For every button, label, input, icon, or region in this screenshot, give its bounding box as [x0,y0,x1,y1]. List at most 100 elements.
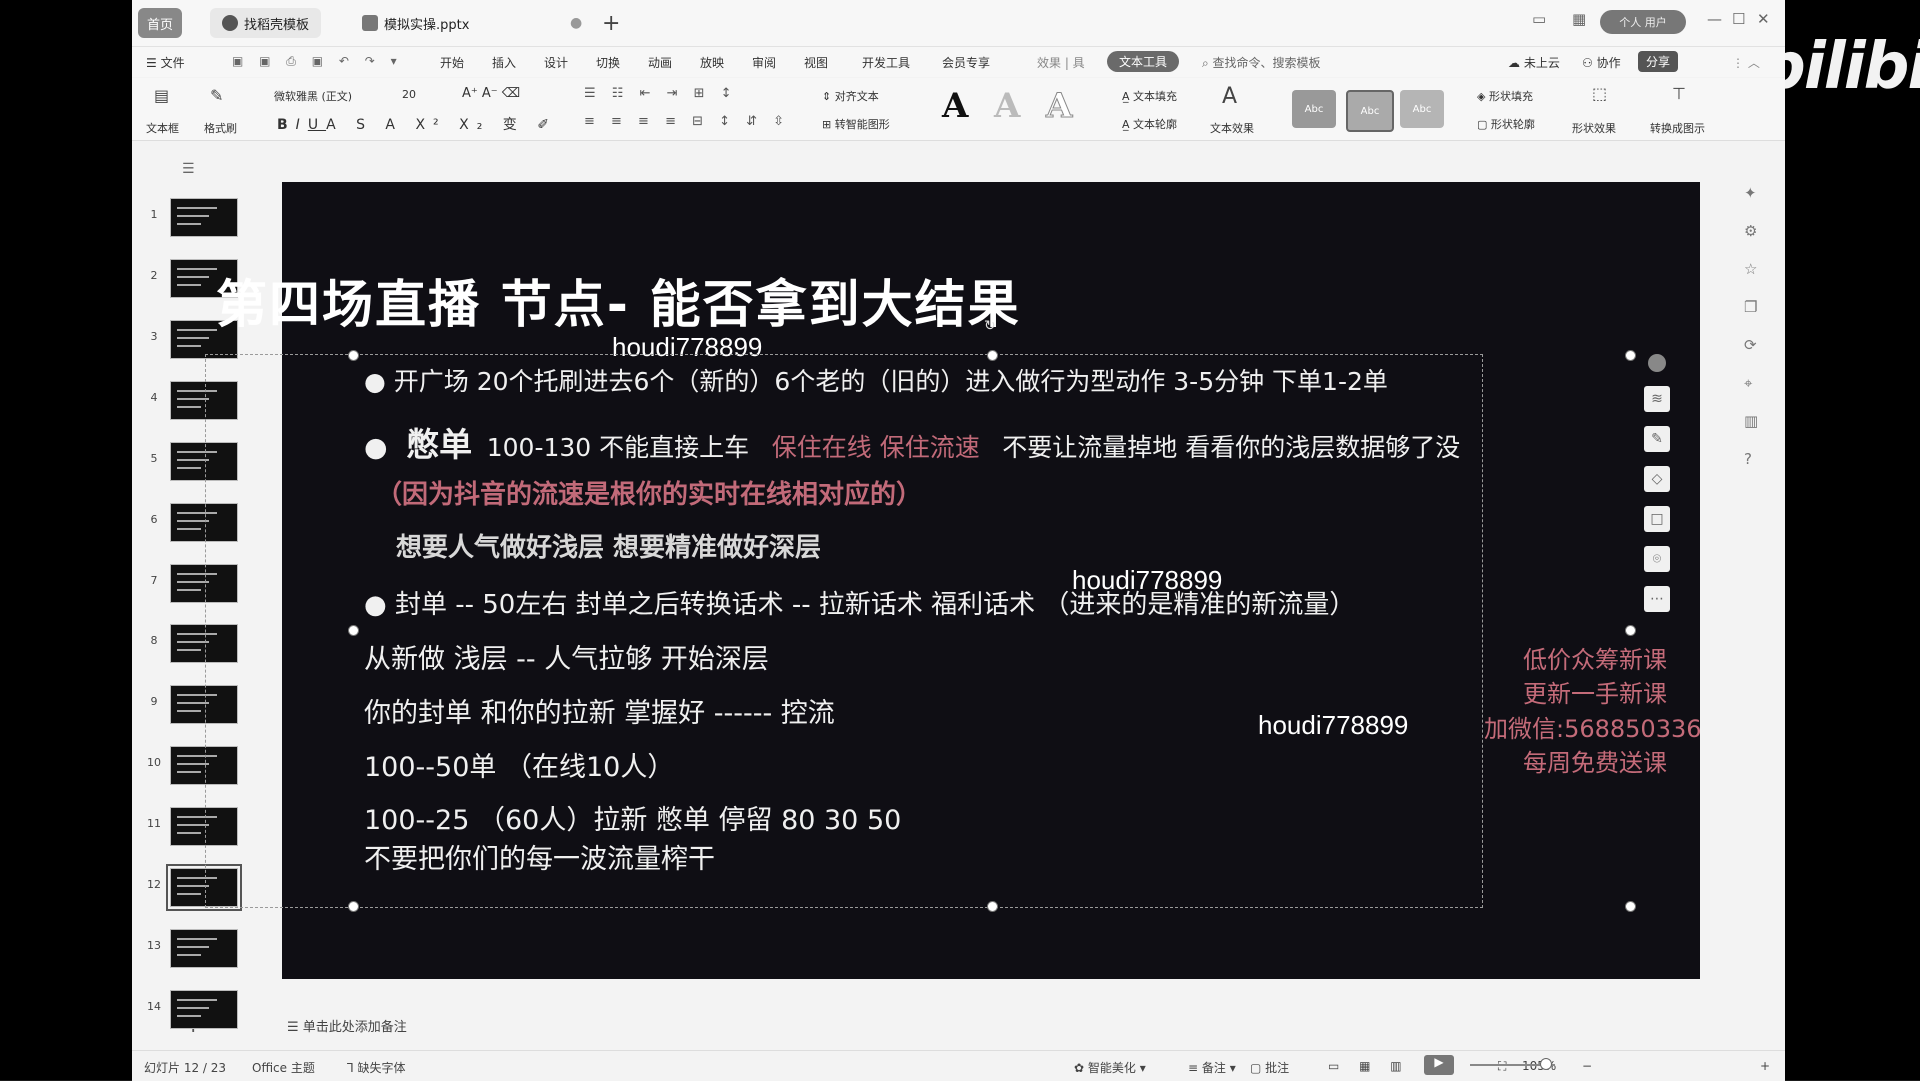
pen-icon[interactable]: ✎ [1644,426,1670,452]
resize-handle[interactable] [348,901,359,912]
tab-home[interactable]: 首页 [138,8,182,38]
textbox-icon[interactable]: ▤ [154,86,169,105]
design-icon[interactable]: ✦ [1744,184,1757,202]
menu-slideshow[interactable]: 放映 [700,54,724,71]
menu-developer[interactable]: 开发工具 [862,54,910,71]
tab-templates[interactable]: 找稻壳模板 [210,8,322,38]
text-style-black-a[interactable]: A [942,86,968,126]
locate-float-icon[interactable]: ⌾ [1644,546,1670,572]
tab-close-dot-icon[interactable]: ● [570,8,582,38]
menu-bar: ☰ 文件 ▣ ▣ ⎙ ▣ ↶ ↷ ▾ 开始 插入 设计 切换 动画 放映 审阅 … [132,47,1785,77]
outline-float-icon[interactable]: □ [1644,506,1670,532]
shape-effect-icon[interactable]: ⬚ [1592,84,1607,103]
collaborate-button[interactable]: ⚇ 协作 [1582,54,1621,71]
paragraph-align-buttons[interactable]: ≡ ≡ ≡ ≡ ⊟ ↕ ⇵ ⇳ [584,114,790,129]
shape-fill-button[interactable]: ◈ 形状填充 [1477,88,1533,104]
menu-insert[interactable]: 插入 [492,54,516,71]
user-account[interactable]: 个人 用户 [1600,10,1686,34]
layers-icon[interactable]: ❐ [1744,298,1757,316]
play-slideshow-button[interactable]: ▶ [1424,1055,1454,1075]
more-float-icon[interactable]: ⋯ [1644,586,1670,612]
resize-handle[interactable] [348,625,359,636]
new-tab-button[interactable]: + [602,8,620,38]
quick-access-icons[interactable]: ▣ ▣ ⎙ ▣ ↶ ↷ ▾ [232,54,403,69]
zoom-out-button[interactable]: − [1582,1059,1592,1073]
view-mode-buttons[interactable]: ▭ ▦ ▥ [1328,1059,1410,1073]
share-button[interactable]: 分享 [1638,51,1679,72]
menu-design[interactable]: 设计 [544,54,568,71]
text-effect-icon[interactable]: A [1222,84,1237,109]
rotate-handle-icon[interactable]: ↻ [984,318,996,334]
animation-icon[interactable]: ☆ [1744,260,1757,278]
help-icon[interactable]: ? [1744,450,1752,468]
font-size-select[interactable]: 20 [402,88,416,101]
slide-line-7: 你的封单 和你的拉新 掌握好 ------ 控流 [364,698,835,729]
minimize-button[interactable]: — [1707,10,1722,28]
slide-line-5: ● 封单 -- 50左右 封单之后转换话术 -- 拉新话术 福利话术 （进来的是… [364,590,1356,620]
close-window-button[interactable]: ✕ [1757,10,1770,28]
font-name-select[interactable]: 微软雅黑 (正文) [274,88,358,104]
more-options-icon[interactable]: ⋮ ︿ [1732,54,1760,71]
menu-start[interactable]: 开始 [440,54,464,71]
text-style-outline-a[interactable]: A [1045,86,1072,127]
grid-apps-icon[interactable]: ▦ [1572,10,1586,28]
font-format-buttons[interactable]: BIUA S A X² X₂ 变 ✐ [277,114,557,134]
notes-button[interactable]: ≡ 备注 ▾ [1188,1059,1236,1076]
menu-text-tools[interactable]: 文本工具 [1107,51,1180,72]
menu-review[interactable]: 审阅 [752,54,776,71]
zoom-in-button[interactable]: + [1760,1059,1770,1073]
resize-handle[interactable] [987,350,998,361]
menu-member[interactable]: 会员专享 [942,54,990,71]
shape-style-3[interactable]: Abc [1400,90,1444,128]
beautify-button[interactable]: ✿ 智能美化 ▾ [1074,1059,1146,1076]
shape-style-2[interactable]: Abc [1346,90,1394,132]
location-icon[interactable]: ⌖ [1744,374,1752,392]
book-icon[interactable]: ▥ [1744,412,1758,430]
slide-line-9: 100--25 （60人）拉新 憋单 停留 80 30 50 [364,805,902,836]
zoom-slider-handle[interactable] [1540,1058,1552,1070]
missing-font-button[interactable]: Ꞁ 缺失字体 [347,1059,406,1076]
list-buttons[interactable]: ☰ ☷ ⇤ ⇥ ⊞ ↕ [584,86,738,101]
theme-name[interactable]: Office 主题 [252,1059,315,1076]
slide-thumbnail[interactable] [170,990,238,1029]
text-fill-button[interactable]: A̲ 文本填充 [1122,88,1177,104]
shape-fill-float-icon[interactable]: ◇ [1644,466,1670,492]
menu-view[interactable]: 视图 [804,54,828,71]
menu-transition[interactable]: 切换 [596,54,620,71]
smart-shape-button[interactable]: ⊞ 转智能图形 [822,116,890,132]
outline-toggle-icon[interactable]: ☰ [182,161,195,177]
format-painter-icon[interactable]: ✎ [210,86,223,105]
properties-icon[interactable]: ⚙ [1744,222,1757,240]
resize-handle[interactable] [1625,901,1636,912]
fit-window-icon[interactable]: ⛶ [1498,1059,1506,1074]
comments-label: 批注 [1265,1061,1290,1075]
command-search[interactable]: ⌕ 查找命令、搜索模板 [1202,54,1321,71]
maximize-button[interactable]: ☐ [1732,10,1745,28]
slide-thumbnail[interactable] [170,198,238,237]
slide-line-2-highlight: 保住在线 保住流速 [771,433,980,462]
text-outline-button[interactable]: A̲ 文本轮廓 [1122,116,1177,132]
resize-handle[interactable] [348,350,359,361]
tab-document[interactable]: 模拟实操.pptx [350,8,481,38]
comments-button[interactable]: ▢ 批注 [1250,1059,1289,1076]
shape-outline-button[interactable]: ▢ 形状轮廓 [1477,116,1535,132]
menu-file[interactable]: ☰ 文件 [146,54,185,71]
resize-handle[interactable] [1625,625,1636,636]
thumbnail-line [177,1015,201,1017]
notes-area[interactable]: ☰ 单击此处添加备注 [287,1016,407,1035]
transition-icon[interactable]: ⟳ [1744,336,1757,354]
resize-handle[interactable] [987,901,998,912]
slide-thumbnail[interactable] [170,929,238,968]
shape-style-1[interactable]: Abc [1292,90,1336,128]
layers-float-icon[interactable]: ≋ [1644,386,1670,412]
menu-animation[interactable]: 动画 [648,54,672,71]
font-grow-shrink-icons[interactable]: A⁺ A⁻ ⌫ [462,86,520,101]
align-text-button[interactable]: ⇕ 对齐文本 [822,88,879,104]
cloud-status[interactable]: ☁ 未上云 [1508,54,1560,71]
convert-diagram-icon[interactable]: ⊤ [1672,84,1686,103]
resize-handle[interactable] [1625,350,1636,361]
menu-extra[interactable]: 效果 | 具 [1037,54,1085,71]
window-layout-icon[interactable]: ▭ [1532,10,1546,28]
collapse-icon[interactable] [1648,354,1666,372]
text-style-gray-a[interactable]: A [994,86,1020,126]
